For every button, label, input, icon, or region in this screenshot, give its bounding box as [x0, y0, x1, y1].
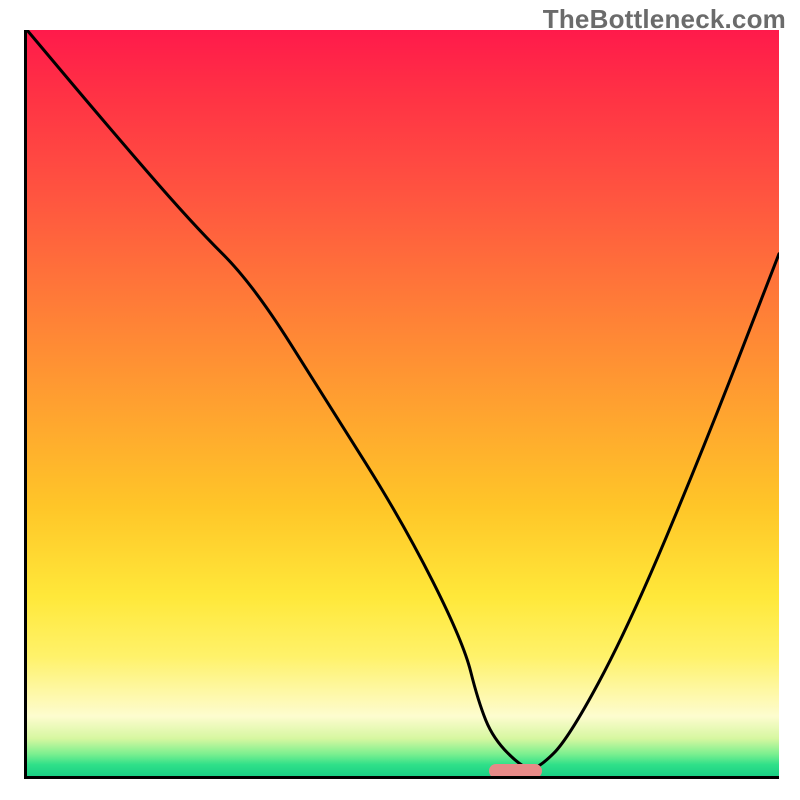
- optimal-marker: [489, 764, 542, 778]
- plot-area: [24, 30, 779, 779]
- bottleneck-curve: [27, 30, 779, 776]
- chart-canvas: TheBottleneck.com: [0, 0, 800, 800]
